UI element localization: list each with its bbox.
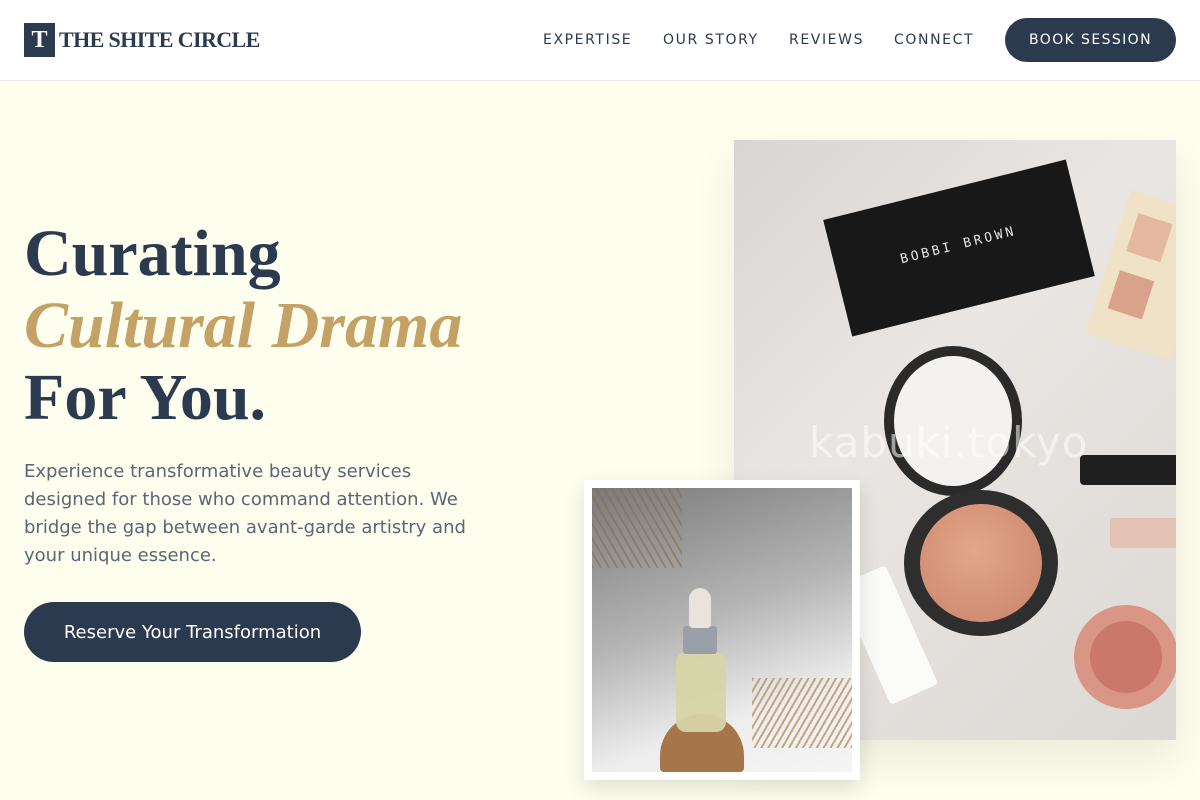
- palette-brand-text: BOBBI BROWN: [898, 223, 1018, 268]
- eyeshadow-palette: [1085, 189, 1176, 361]
- serum-photo-frame: [592, 488, 852, 772]
- book-session-button[interactable]: BOOK SESSION: [1005, 18, 1176, 62]
- nav-link-expertise[interactable]: EXPERTISE: [543, 32, 632, 48]
- hero-headline: Curating Cultural Drama For You.: [24, 218, 462, 434]
- eyeshadow-pan: [1107, 270, 1155, 320]
- black-palette: BOBBI BROWN: [823, 159, 1095, 337]
- nav-link-reviews[interactable]: REVIEWS: [789, 32, 864, 48]
- reserve-transformation-button[interactable]: Reserve Your Transformation: [24, 602, 361, 662]
- blush-compact: [1074, 605, 1176, 709]
- brand-name: THE SHITE CIRCLE: [59, 27, 260, 52]
- logo-mark: T: [24, 23, 55, 57]
- dried-grass: [752, 678, 852, 748]
- nude-lipstick: [1110, 518, 1176, 548]
- site-header: T THE SHITE CIRCLE EXPERTISE OUR STORY R…: [0, 0, 1200, 81]
- bronzer-pan: [920, 504, 1042, 622]
- dropper-cap: [689, 588, 711, 628]
- nav-link-our-story[interactable]: OUR STORY: [663, 32, 759, 48]
- blush-pan: [1090, 621, 1162, 693]
- photo-watermark: kabuki.tokyo: [809, 418, 1089, 467]
- headline-line-1: Curating: [24, 217, 281, 290]
- nav-link-connect[interactable]: CONNECT: [894, 32, 974, 48]
- brand-logo[interactable]: T THE SHITE CIRCLE: [24, 23, 260, 57]
- eyeshadow-pan: [1126, 213, 1173, 263]
- headline-accent-line: Cultural Drama: [24, 289, 463, 362]
- dried-grass: [592, 488, 682, 568]
- serum-bottle: [676, 652, 726, 732]
- dropper-collar: [683, 626, 717, 654]
- headline-line-3: For You.: [24, 361, 267, 434]
- hero-description: Experience transformative beauty service…: [24, 461, 466, 566]
- serum-bottle-photo: [584, 480, 860, 780]
- bronzer-compact: [904, 490, 1058, 636]
- black-lipstick: [1080, 455, 1176, 485]
